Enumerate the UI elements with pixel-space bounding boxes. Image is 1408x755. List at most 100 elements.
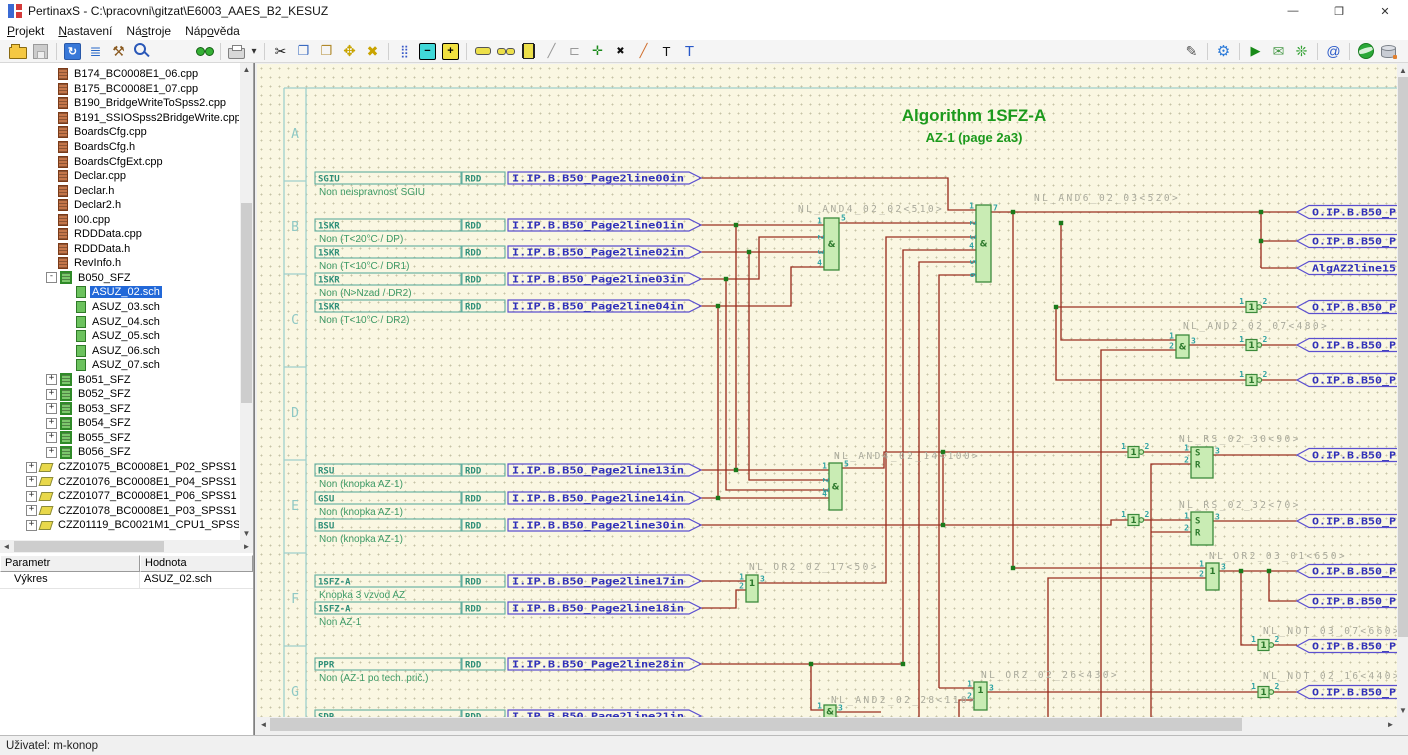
tree-item-rdddata.h[interactable]: RDDData.h	[0, 242, 239, 257]
build-hammer-icon[interactable]: ⚒	[107, 41, 130, 61]
gate-nl_and4_02_14100[interactable]: NL_AND4_02_14<100>&12345	[821, 451, 980, 510]
tree-item-b055_sfz[interactable]: +B055_SFZ	[0, 431, 239, 446]
tree-item-asuz_03.sch[interactable]: ASUZ_03.sch	[0, 300, 239, 315]
search-icon[interactable]	[130, 41, 153, 61]
tree-item-asuz_02.sch[interactable]: ASUZ_02.sch	[0, 285, 239, 300]
schematic-horizontal-scrollbar[interactable]: ◄ ►	[257, 717, 1397, 732]
tree-item-czz01119_bc0021m1_cpu1_spss1[interactable]: +CZZ01119_BC0021M1_CPU1_SPSS1	[0, 518, 239, 533]
draw-pin2-tool[interactable]	[494, 41, 517, 61]
tree-hscroll-thumb[interactable]	[14, 541, 164, 552]
draw-diagonal-tool[interactable]: ╱	[632, 41, 655, 61]
schematic-viewport[interactable]: ABCDEFGAlgorithm 1SFZ-AAZ-1 (page 2a3)SG…	[257, 64, 1397, 717]
scroll-up-arrow[interactable]: ▲	[240, 63, 253, 76]
tree-item-declar.h[interactable]: Declar.h	[0, 183, 239, 198]
delete-element-tool[interactable]: ✖	[609, 41, 632, 61]
gate-nl_and6_02_03520[interactable]: NL_AND6_02_03<520>&1234567	[968, 193, 1180, 282]
text-style-tool[interactable]: T	[678, 41, 701, 61]
print-button[interactable]	[225, 41, 248, 61]
text-tool[interactable]: T	[655, 41, 678, 61]
output-connector[interactable]: O.IP.B.B50_P	[1297, 640, 1397, 653]
connections-icon[interactable]	[193, 41, 216, 61]
schematic-hscroll-thumb[interactable]	[270, 718, 1242, 731]
draw-pin-tool[interactable]	[471, 41, 494, 61]
draw-junction-tool[interactable]: ✛	[586, 41, 609, 61]
output-connector[interactable]: O.IP.B.B50_P	[1297, 515, 1397, 528]
tree-item-czz01075_bc0008e1_p02_spss1[interactable]: +CZZ01075_BC0008E1_P02_SPSS1	[0, 460, 239, 475]
gate-nl_rs_02_3090[interactable]: NL_RS_02_30<90>SR123	[1179, 434, 1301, 478]
tree-vertical-scrollbar[interactable]: ▲ ▼	[240, 63, 253, 540]
send-mail-button[interactable]: ✉	[1267, 41, 1290, 61]
tree-item-b050_sfz[interactable]: -B050_SFZ	[0, 271, 239, 286]
tree-vscroll-thumb[interactable]	[241, 203, 252, 403]
delete-button[interactable]: ✖	[361, 41, 384, 61]
debug-bug-button[interactable]: ❊	[1290, 41, 1313, 61]
cut-button[interactable]: ✂	[269, 41, 292, 61]
param-column-header[interactable]: Parametr	[0, 555, 140, 572]
output-connector[interactable]: O.IP.B.B50_P	[1297, 339, 1397, 352]
tree-item-b190_bridgewritetospss2.cpp[interactable]: B190_BridgeWriteToSpss2.cpp	[0, 96, 239, 111]
inverter-gate[interactable]: 112	[1121, 442, 1149, 458]
tree-item-b174_bc0008e1_06.cpp[interactable]: B174_BC0008E1_06.cpp	[0, 67, 239, 82]
edit-notes-button[interactable]: ✎	[1180, 41, 1203, 61]
scroll-down-arrow[interactable]: ▼	[240, 527, 253, 540]
gate-nl_rs_02_3270[interactable]: NL_RS_02_32<70>SR123	[1179, 500, 1301, 545]
output-connector[interactable]: O.IP.B.B50_P	[1297, 206, 1397, 219]
output-connector[interactable]: O.IP.B.B50_P	[1297, 235, 1397, 248]
tree-item-b051_sfz[interactable]: +B051_SFZ	[0, 372, 239, 387]
menu-item-nástroje[interactable]: Nástroje	[119, 23, 178, 39]
menu-item-projekt[interactable]: Projekt	[0, 23, 51, 39]
open-project-button[interactable]	[6, 41, 29, 61]
email-at-button[interactable]: @	[1322, 41, 1345, 61]
tree-item-asuz_06.sch[interactable]: ASUZ_06.sch	[0, 343, 239, 358]
expand-icon[interactable]: +	[46, 418, 57, 429]
menu-item-nápověda[interactable]: Nápověda	[178, 23, 247, 39]
input-connector-1skr[interactable]: 1SKRRDDI.IP.B.B50_Page2line02inNon (T<10…	[315, 246, 701, 272]
input-connector-1sfz-a[interactable]: 1SFZ-ARDDI.IP.B.B50_Page2line18inNon AZ-…	[315, 602, 701, 628]
tree-item-boardscfg.h[interactable]: BoardsCfg.h	[0, 140, 239, 155]
schematic-vertical-scrollbar[interactable]: ▲ ▼	[1397, 64, 1408, 717]
scroll-left-arrow[interactable]: ◄	[0, 540, 13, 553]
expand-icon[interactable]: +	[26, 491, 37, 502]
value-column-header[interactable]: Hodnota	[140, 555, 253, 572]
inverter-gate[interactable]: 112	[1239, 370, 1267, 386]
expand-icon[interactable]: +	[26, 520, 37, 531]
draw-connector-tool[interactable]: ⊏	[563, 41, 586, 61]
tree-item-asuz_04.sch[interactable]: ASUZ_04.sch	[0, 314, 239, 329]
web-globe-button[interactable]	[1354, 41, 1377, 61]
run-cat-button[interactable]: ▶	[1244, 41, 1267, 61]
output-connector[interactable]: O.IP.B.B50_P	[1297, 595, 1397, 608]
tree-item-czz01076_bc0008e1_p04_spss1[interactable]: +CZZ01076_BC0008E1_P04_SPSS1	[0, 474, 239, 489]
tree-item-revinfo.h[interactable]: RevInfo.h	[0, 256, 239, 271]
tree-item-asuz_05.sch[interactable]: ASUZ_05.sch	[0, 329, 239, 344]
input-connector-1sfz-a[interactable]: 1SFZ-ARDDI.IP.B.B50_Page2line17inKnopka …	[315, 575, 701, 601]
tree-item-declar.cpp[interactable]: Declar.cpp	[0, 169, 239, 184]
tree-item-b054_sfz[interactable]: +B054_SFZ	[0, 416, 239, 431]
input-connector-1skr[interactable]: 1SKRRDDI.IP.B.B50_Page2line04inNon (T<10…	[315, 300, 701, 326]
restore-button[interactable]: ❐	[1316, 0, 1362, 22]
gate-nl_and2_02_28110[interactable]: NL_AND2_02_28<110>&13	[817, 695, 977, 717]
schematic-canvas[interactable]: ABCDEFGAlgorithm 1SFZ-AAZ-1 (page 2a3)SG…	[257, 64, 1397, 717]
input-connector-gsu[interactable]: GSURDDI.IP.B.B50_Page2line14inNon (knopk…	[315, 492, 701, 518]
scroll-up-arrow[interactable]: ▲	[1397, 64, 1408, 77]
output-connector[interactable]: AlgAZ2line15	[1297, 262, 1397, 275]
tree-item-b175_bc0008e1_07.cpp[interactable]: B175_BC0008E1_07.cpp	[0, 82, 239, 97]
tree-item-boardscfg.cpp[interactable]: BoardsCfg.cpp	[0, 125, 239, 140]
output-connector[interactable]: O.IP.B.B50_P	[1297, 449, 1397, 462]
tree-item-asuz_07.sch[interactable]: ASUZ_07.sch	[0, 358, 239, 373]
hierarchy-icon[interactable]: ≣	[84, 41, 107, 61]
scroll-down-arrow[interactable]: ▼	[1397, 704, 1408, 717]
tree-item-b191_ssiospss2bridgewrite.cpp[interactable]: B191_SSIOSpss2BridgeWrite.cpp	[0, 111, 239, 126]
inverter-gate[interactable]: 112	[1239, 335, 1267, 351]
tree-item-czz01077_bc0008e1_p06_spss1[interactable]: +CZZ01077_BC0008E1_P06_SPSS1	[0, 489, 239, 504]
expand-icon[interactable]: +	[26, 462, 37, 473]
draw-ic-tool[interactable]	[517, 41, 540, 61]
tree-item-b053_sfz[interactable]: +B053_SFZ	[0, 402, 239, 417]
close-button[interactable]: ✕	[1362, 0, 1408, 22]
grid-toggle[interactable]: ⣿	[393, 41, 416, 61]
expand-icon[interactable]: +	[46, 432, 57, 443]
database-edit-button[interactable]	[1377, 41, 1400, 61]
scroll-left-arrow[interactable]: ◄	[257, 717, 270, 732]
tree-item-rdddata.cpp[interactable]: RDDData.cpp	[0, 227, 239, 242]
scroll-right-arrow[interactable]: ►	[240, 540, 253, 553]
output-connector[interactable]: O.IP.B.B50_P	[1297, 565, 1397, 578]
